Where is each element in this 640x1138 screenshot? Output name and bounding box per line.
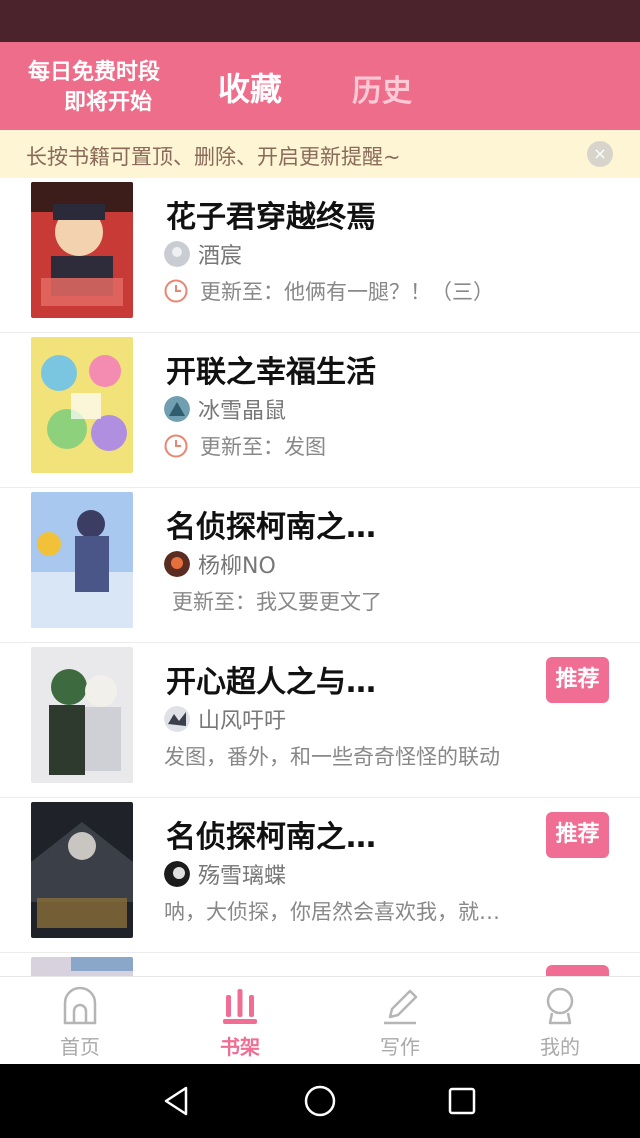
nav-write[interactable]: 写作 bbox=[340, 977, 460, 1065]
update-row: 更新至：发图 bbox=[164, 431, 326, 461]
author-name: 山风吁吁 bbox=[198, 709, 287, 734]
book-cover[interactable] bbox=[31, 182, 133, 318]
list-item[interactable] bbox=[0, 953, 640, 976]
book-cover[interactable] bbox=[31, 802, 133, 938]
back-icon[interactable] bbox=[160, 1084, 194, 1118]
home-icon bbox=[63, 987, 97, 1025]
home-circle-icon[interactable] bbox=[303, 1084, 337, 1118]
author-avatar bbox=[164, 241, 190, 267]
author-name: 杨柳NO bbox=[198, 554, 276, 579]
list-item[interactable]: 名侦探柯南之… 推荐 殇雪璃蝶 呐，大侦探，你居然会喜欢我，就… bbox=[0, 798, 640, 953]
author-row: 酒宸 bbox=[164, 240, 243, 269]
clock-icon bbox=[164, 279, 188, 303]
tab-history[interactable]: 历史 bbox=[352, 66, 412, 110]
bookshelf-icon bbox=[223, 989, 257, 1024]
free-time-line1: 每日免费时段 bbox=[28, 60, 161, 85]
author-name: 殇雪璃蝶 bbox=[198, 864, 287, 889]
recommend-badge: 推荐 bbox=[546, 657, 609, 703]
author-row: 冰雪晶鼠 bbox=[164, 395, 287, 424]
book-list: 花子君穿越终焉 酒宸 更新至：他俩有一腿？！（三） 开联之幸福生活 冰雪晶鼠 更… bbox=[0, 178, 640, 976]
nav-home-label: 首页 bbox=[60, 1035, 100, 1059]
book-title: 开联之幸福生活 bbox=[166, 355, 376, 390]
tab-favorites[interactable]: 收藏 bbox=[218, 64, 282, 110]
recommend-badge: 推荐 bbox=[546, 812, 609, 858]
notice-bar: 长按书籍可置顶、删除、开启更新提醒~ bbox=[0, 130, 640, 178]
author-avatar bbox=[164, 551, 190, 577]
book-cover[interactable] bbox=[31, 492, 133, 628]
header: 每日免费时段 即将开始 收藏 历史 bbox=[0, 42, 640, 130]
book-cover[interactable] bbox=[31, 647, 133, 783]
pencil-icon bbox=[384, 989, 418, 1025]
status-bar bbox=[0, 0, 640, 42]
nav-bookshelf[interactable]: 书架 bbox=[180, 977, 300, 1065]
recents-icon[interactable] bbox=[445, 1084, 479, 1118]
list-item[interactable]: 开联之幸福生活 冰雪晶鼠 更新至：发图 bbox=[0, 333, 640, 488]
update-row: 呐，大侦探，你居然会喜欢我，就… bbox=[164, 896, 500, 926]
close-icon[interactable]: × bbox=[587, 141, 613, 167]
update-text: 呐，大侦探，你居然会喜欢我，就… bbox=[164, 900, 500, 924]
author-row: 杨柳NO bbox=[164, 550, 276, 579]
update-row: 更新至：他俩有一腿？！（三） bbox=[164, 276, 494, 306]
update-row: 更新至：我又要更文了 bbox=[172, 586, 382, 616]
book-title: 名侦探柯南之… bbox=[166, 820, 376, 855]
nav-mine[interactable]: 我的 bbox=[500, 977, 620, 1065]
author-row: 殇雪璃蝶 bbox=[164, 860, 287, 889]
list-item[interactable]: 开心超人之与… 推荐 山风吁吁 发图，番外，和一些奇奇怪怪的联动 bbox=[0, 643, 640, 798]
recommend-badge bbox=[546, 965, 609, 976]
free-time-banner[interactable]: 每日免费时段 即将开始 bbox=[28, 58, 208, 118]
book-title: 名侦探柯南之… bbox=[166, 510, 376, 545]
author-name: 酒宸 bbox=[198, 244, 243, 269]
book-cover[interactable] bbox=[31, 957, 133, 976]
author-avatar bbox=[164, 861, 190, 887]
bottom-nav: 首页 书架 写作 我的 bbox=[0, 976, 640, 1064]
author-name: 冰雪晶鼠 bbox=[198, 399, 287, 424]
nav-mine-label: 我的 bbox=[540, 1035, 580, 1059]
book-cover[interactable] bbox=[31, 337, 133, 473]
author-avatar bbox=[164, 706, 190, 732]
clock-icon bbox=[164, 434, 188, 458]
nav-bookshelf-label: 书架 bbox=[220, 1035, 260, 1059]
update-row: 发图，番外，和一些奇奇怪怪的联动 bbox=[164, 741, 500, 771]
list-item[interactable]: 名侦探柯南之… 杨柳NO 更新至：我又要更文了 bbox=[0, 488, 640, 643]
update-text: 更新至：发图 bbox=[200, 435, 326, 459]
update-text: 更新至：我又要更文了 bbox=[172, 590, 382, 614]
user-icon bbox=[546, 987, 574, 1025]
update-text: 更新至：他俩有一腿？！（三） bbox=[200, 280, 494, 304]
list-item[interactable]: 花子君穿越终焉 酒宸 更新至：他俩有一腿？！（三） bbox=[0, 178, 640, 333]
notice-text: 长按书籍可置顶、删除、开启更新提醒~ bbox=[26, 145, 401, 169]
book-title: 开心超人之与… bbox=[166, 665, 376, 700]
author-row: 山风吁吁 bbox=[164, 705, 287, 734]
author-avatar bbox=[164, 396, 190, 422]
system-nav-bar bbox=[0, 1064, 640, 1138]
nav-home[interactable]: 首页 bbox=[20, 977, 140, 1065]
book-title: 花子君穿越终焉 bbox=[166, 200, 376, 235]
update-text: 发图，番外，和一些奇奇怪怪的联动 bbox=[164, 745, 500, 769]
nav-write-label: 写作 bbox=[380, 1035, 420, 1059]
free-time-line2: 即将开始 bbox=[64, 90, 153, 115]
